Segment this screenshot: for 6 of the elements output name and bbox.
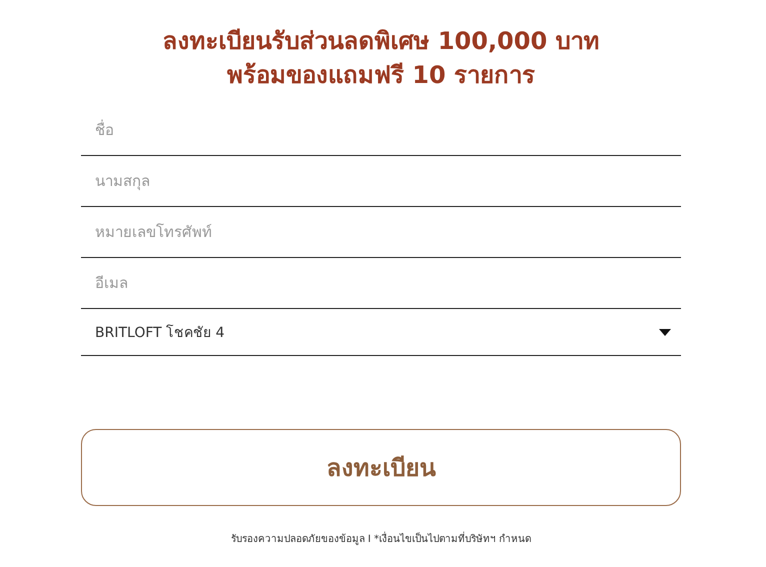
register-button[interactable]: ลงทะเบียน <box>81 429 681 506</box>
project-dropdown[interactable]: BRITLOFT โชคชัย 4 <box>81 309 681 356</box>
heading: พร้อมของแถมฟรี 10 รายการ <box>226 60 536 91</box>
disclaimer-text: รับรองความปลอดภัยของข้อมูล I *เงื่อนไขเป็นไปตามที่บริษัทฯ กำหนด <box>81 531 681 546</box>
heading: ลงทะเบียนรับส่วนลดพิเศษ 100,000 บาท <box>161 26 601 57</box>
caret-icon <box>659 328 671 336</box>
